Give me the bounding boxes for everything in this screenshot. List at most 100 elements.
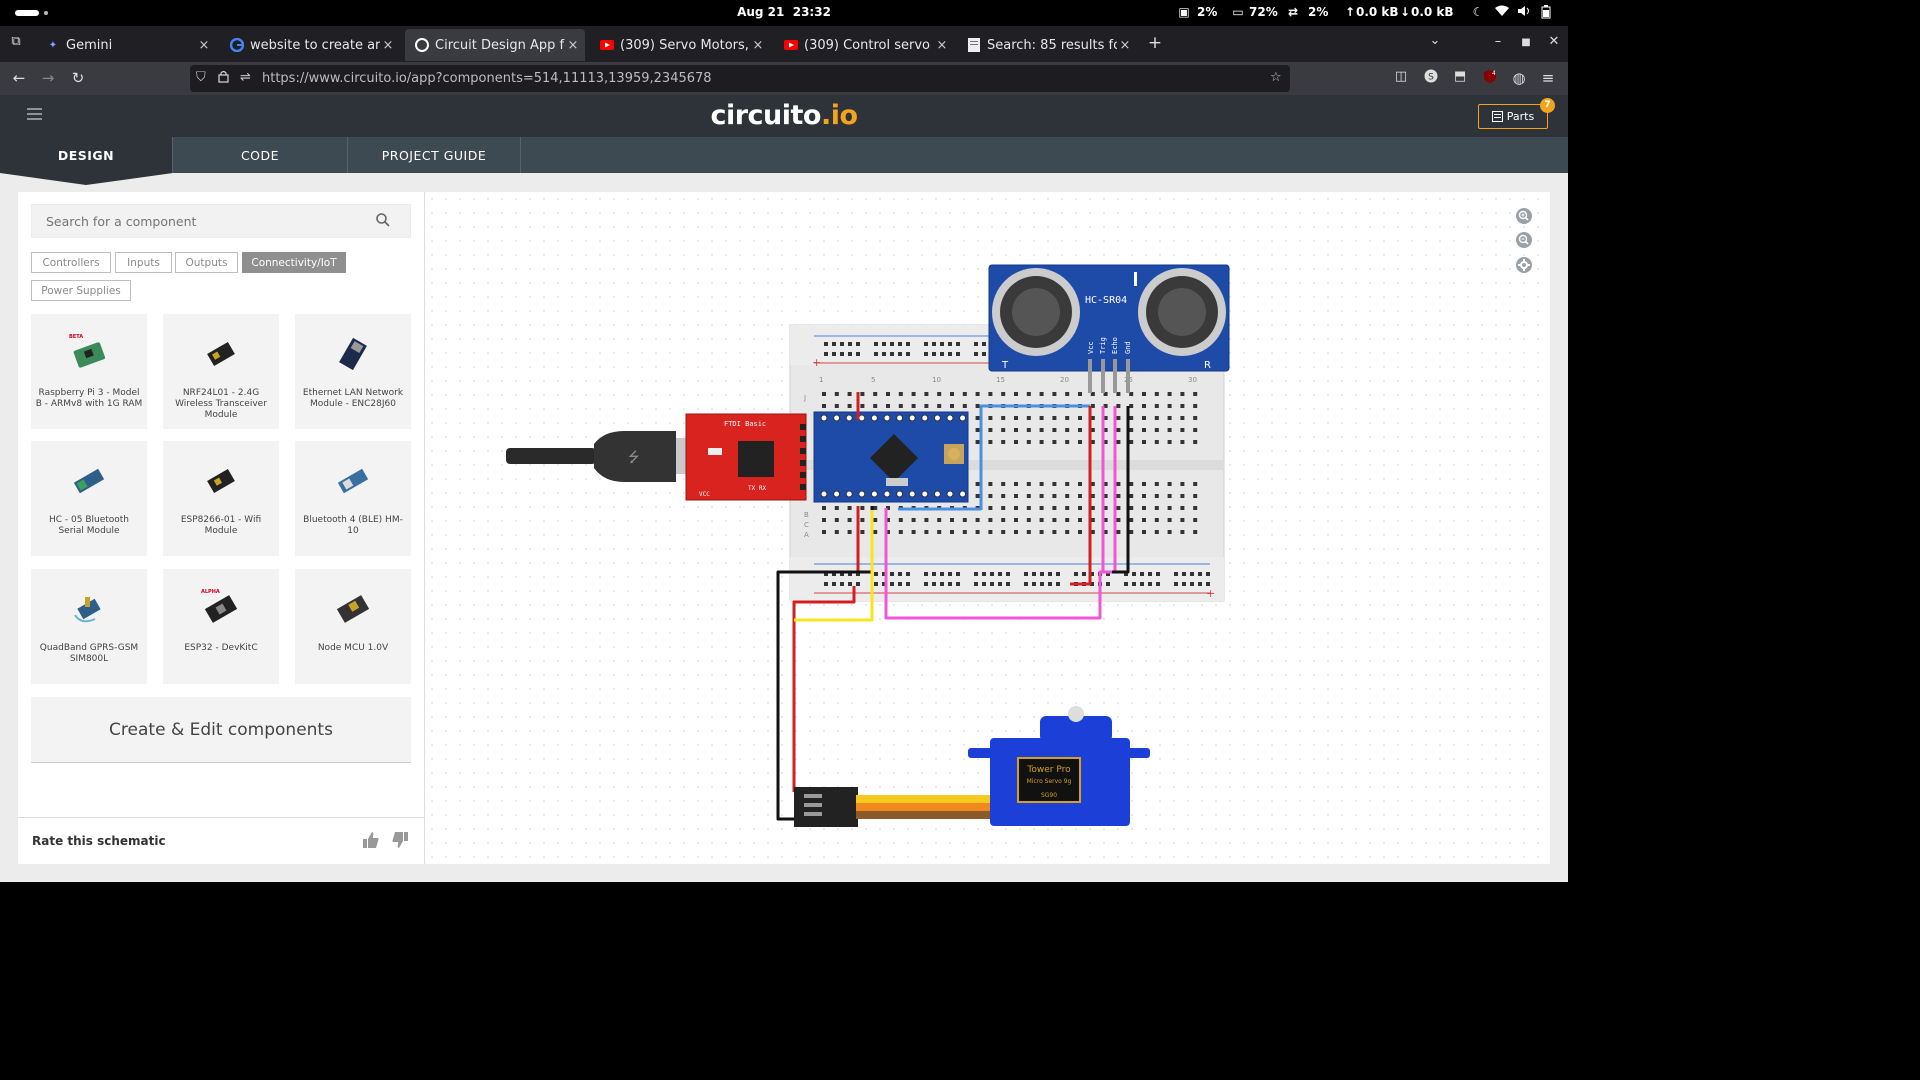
usb-cable[interactable]: ⭍ — [506, 431, 690, 482]
tab-title: (309) Servo Motors, how — [620, 37, 750, 53]
search-icon[interactable] — [376, 213, 390, 227]
profile-icon[interactable]: S — [1421, 69, 1441, 87]
browser-toolbar: ← → ↻ ⛉ ⇌ https://www.circuito.io/app?co… — [0, 62, 1568, 95]
breadboard-hole — [824, 582, 828, 586]
breadboard-hole — [882, 342, 886, 346]
tab-design[interactable]: DESIGN — [0, 137, 173, 173]
thumbs-up-icon[interactable] — [361, 830, 381, 850]
category-controllers[interactable]: Controllers — [31, 252, 111, 273]
maximize-icon[interactable]: ■ — [1516, 37, 1536, 48]
forward-icon[interactable]: → — [38, 69, 58, 87]
tab-gemini[interactable]: ✦ Gemini × — [36, 29, 216, 61]
url-bar[interactable]: ⛉ ⇌ https://www.circuito.io/app?componen… — [190, 65, 1290, 92]
page-icon — [967, 38, 981, 52]
esp32-icon — [204, 595, 238, 623]
breadboard-hole — [1039, 506, 1044, 510]
breadboard-hole — [1129, 518, 1134, 522]
night-mode-icon[interactable]: ☾ — [1470, 5, 1486, 21]
row-label: B — [804, 511, 809, 519]
header-pin — [933, 490, 941, 498]
breadboard-hole — [1116, 506, 1121, 510]
circuito-logo[interactable]: circuito.io — [0, 100, 1568, 131]
breadboard-hole — [974, 352, 978, 356]
arduino-pro-mini[interactable] — [813, 411, 969, 503]
menu-icon[interactable]: ≡ — [1538, 69, 1558, 87]
close-tab-icon[interactable]: × — [565, 38, 581, 53]
close-tab-icon[interactable]: × — [196, 38, 212, 53]
component-card-hm10[interactable]: Bluetooth 4 (BLE) HM-10 — [295, 441, 411, 556]
component-card-esp32[interactable]: ALPHA ESP32 - DevKitC — [163, 569, 279, 684]
search-input[interactable] — [32, 205, 362, 237]
header-pin — [800, 424, 806, 430]
extensions-icon[interactable]: ⬒ — [1450, 69, 1470, 84]
lock-icon[interactable] — [218, 70, 229, 87]
close-window-icon[interactable]: ✕ — [1544, 34, 1564, 49]
new-tab-icon[interactable]: + — [1145, 33, 1165, 53]
close-tab-icon[interactable]: × — [934, 38, 950, 53]
tab-circuito[interactable]: Circuit Design App for M × — [405, 29, 585, 61]
component-name: Raspberry Pi 3 - Model B - ARMv8 with 1G… — [35, 388, 143, 409]
permissions-icon[interactable]: ⇌ — [240, 70, 251, 85]
breadboard-hole — [1014, 440, 1018, 444]
category-inputs[interactable]: Inputs — [115, 252, 172, 273]
component-card-nodemcu[interactable]: Node MCU 1.0V — [295, 569, 411, 684]
tab-list-chevron-icon[interactable]: ⌄ — [1425, 33, 1445, 48]
servo-motor[interactable]: Tower Pro Micro Servo 9g SG90 — [794, 706, 1150, 827]
back-icon[interactable]: ← — [9, 69, 29, 87]
pocket-icon[interactable]: ◫ — [1391, 69, 1411, 84]
breadboard-hole — [848, 342, 852, 346]
tab-code[interactable]: CODE — [173, 137, 348, 173]
breadboard-hole — [1026, 518, 1031, 522]
category-power-supplies[interactable]: Power Supplies — [31, 280, 131, 301]
tab-youtube-servo-2[interactable]: (309) Control servo mot × — [774, 29, 954, 61]
category-outputs[interactable]: Outputs — [175, 252, 238, 273]
close-tab-icon[interactable]: × — [1117, 38, 1133, 53]
globe-icon[interactable]: ◍ — [1509, 69, 1529, 87]
breadboard-hole — [1154, 494, 1159, 498]
wifi-icon[interactable] — [1494, 5, 1510, 21]
tab-youtube-servo-1[interactable]: (309) Servo Motors, how × — [590, 29, 770, 61]
breadboard-hole — [1026, 530, 1031, 534]
breadboard-hole — [1052, 518, 1057, 522]
tab-google-search[interactable]: website to create arduin × — [220, 29, 400, 61]
breadboard-hole — [937, 518, 942, 522]
component-card-esp8266[interactable]: ESP8266-01 - Wifi Module — [163, 441, 279, 556]
upload-rate: 0.0 kB — [1356, 5, 1399, 19]
minimize-icon[interactable]: – — [1488, 34, 1508, 49]
close-tab-icon[interactable]: × — [380, 38, 396, 53]
battery-icon[interactable] — [1538, 5, 1554, 21]
battery-level: 72% — [1249, 5, 1278, 19]
component-name: ESP8266-01 - Wifi Module — [180, 515, 262, 536]
tab-project-guide[interactable]: PROJECT GUIDE — [348, 137, 521, 173]
category-connectivity-iot[interactable]: Connectivity/IoT — [242, 252, 346, 273]
column-label: 15 — [996, 376, 1005, 384]
shield-icon[interactable]: ⛉ — [196, 70, 206, 85]
component-card-sim800l[interactable]: QuadBand GPRS-GSM SIM800L — [31, 569, 147, 684]
close-tab-icon[interactable]: × — [750, 38, 766, 53]
component-card-enc28j60[interactable]: Ethernet LAN Network Module - ENC28J60 — [295, 314, 411, 429]
create-edit-components-button[interactable]: Create & Edit components — [31, 697, 411, 763]
breadboard-hole — [1039, 494, 1044, 498]
breadboard-hole — [1026, 506, 1031, 510]
component-card-nrf24l01[interactable]: NRF24L01 - 2.4G Wireless Transceiver Mod… — [163, 314, 279, 429]
thumbs-down-icon[interactable] — [390, 830, 410, 850]
breadboard-hole — [975, 530, 980, 534]
component-card-hc05[interactable]: HC - 05 Bluetooth Serial Module — [31, 441, 147, 556]
volume-icon[interactable] — [1516, 5, 1532, 21]
clock[interactable]: Aug 21 23:32 — [0, 5, 1568, 19]
ublock-icon[interactable]: 4 — [1480, 69, 1500, 88]
ftdi-board[interactable]: FTDI Basic VCC TX RX — [685, 413, 807, 501]
header-pin — [908, 414, 916, 422]
breadboard-hole — [1052, 440, 1057, 444]
breadboard-hole — [1040, 572, 1044, 576]
bookmark-star-icon[interactable]: ☆ — [1270, 70, 1282, 85]
tab-overview-icon[interactable]: ⧉ — [6, 34, 26, 49]
parts-button[interactable]: Parts — [1478, 104, 1548, 129]
tab-search-results[interactable]: Search: 85 results found × — [957, 29, 1137, 61]
breadboard-hole — [1078, 428, 1082, 432]
reload-icon[interactable]: ↻ — [68, 69, 88, 87]
breadboard-hole — [840, 582, 844, 586]
app-tabs: DESIGN CODE PROJECT GUIDE — [0, 137, 1568, 173]
component-card-raspberry-pi[interactable]: BETA Raspberry Pi 3 - Model B - ARMv8 wi… — [31, 314, 147, 429]
breadboard-hole — [924, 518, 929, 522]
